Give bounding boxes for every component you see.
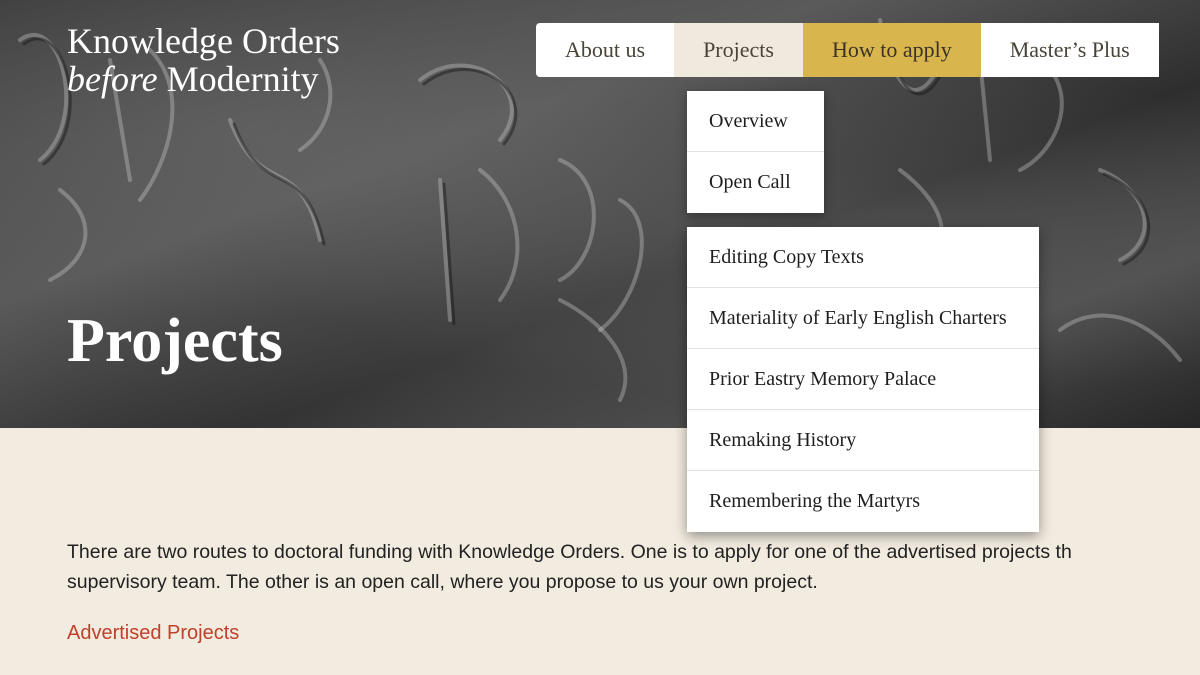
intro-line-1: There are two routes to doctoral funding… bbox=[67, 541, 1072, 563]
page-title: Projects bbox=[67, 307, 283, 375]
advertised-projects-link[interactable]: Advertised Projects bbox=[67, 622, 239, 645]
submenu-item-prior-eastry[interactable]: Prior Eastry Memory Palace bbox=[687, 349, 1039, 410]
projects-dropdown-menu: Overview Open Call bbox=[687, 91, 824, 213]
projects-submenu: Editing Copy Texts Materiality of Early … bbox=[687, 227, 1039, 532]
intro-line-2: supervisory team. The other is an open c… bbox=[67, 571, 818, 593]
nav-how-to-apply[interactable]: How to apply bbox=[802, 23, 981, 77]
nav-about-us[interactable]: About us bbox=[536, 23, 674, 77]
logo-line-1: Knowledge Orders bbox=[67, 21, 340, 61]
submenu-item-editing-copy-texts[interactable]: Editing Copy Texts bbox=[687, 227, 1039, 288]
submenu-item-remembering-martyrs[interactable]: Remembering the Martyrs bbox=[687, 471, 1039, 532]
menu-item-overview[interactable]: Overview bbox=[687, 91, 824, 152]
logo-italic-word: before bbox=[67, 59, 158, 99]
submenu-item-materiality-charters[interactable]: Materiality of Early English Charters bbox=[687, 288, 1039, 349]
main-nav: About us Projects How to apply Master’s … bbox=[536, 23, 1159, 77]
nav-projects[interactable]: Projects bbox=[674, 23, 803, 77]
nav-masters-plus[interactable]: Master’s Plus bbox=[981, 23, 1159, 77]
site-logo[interactable]: Knowledge Orders before Modernity bbox=[67, 22, 340, 98]
submenu-item-remaking-history[interactable]: Remaking History bbox=[687, 410, 1039, 471]
intro-paragraph: There are two routes to doctoral funding… bbox=[67, 537, 1200, 597]
menu-item-open-call[interactable]: Open Call bbox=[687, 152, 824, 213]
logo-line-2: before Modernity bbox=[67, 60, 340, 98]
logo-line-2-rest: Modernity bbox=[166, 59, 319, 99]
